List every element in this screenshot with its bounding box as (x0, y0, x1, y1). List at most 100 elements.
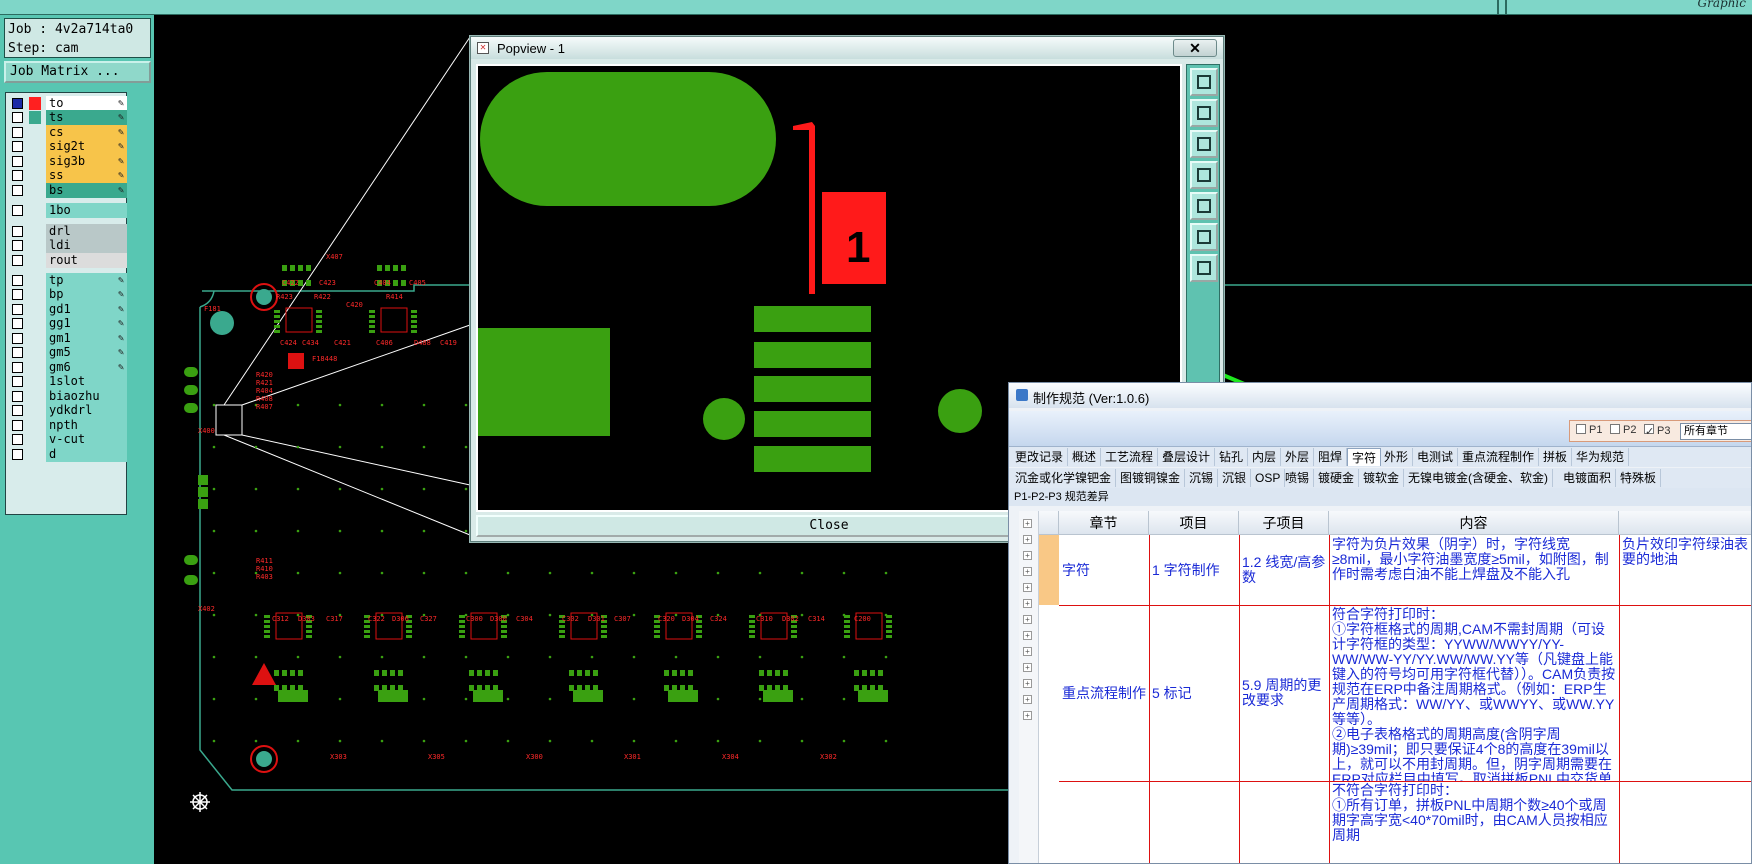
layer-row-gd1[interactable]: gd1 ✎ (9, 302, 127, 317)
layer-name[interactable]: tp ✎ (46, 273, 127, 288)
layer-checkbox[interactable] (12, 376, 23, 387)
pan-left-icon[interactable] (1190, 161, 1218, 189)
layer-row-bp[interactable]: bp ✎ (9, 287, 127, 302)
tab-字符[interactable]: 字符 (1347, 448, 1382, 466)
expand-icon[interactable]: + (1023, 567, 1032, 576)
p3-checkbox[interactable]: ✓ P3 (1644, 424, 1670, 438)
layer-name[interactable]: npth (46, 418, 127, 433)
tab-内层[interactable]: 内层 (1248, 448, 1282, 466)
layer-name[interactable]: ydkdrl (46, 403, 127, 418)
zoom-in-icon[interactable] (1190, 68, 1218, 96)
expand-icon[interactable]: + (1023, 647, 1032, 656)
pan-down-icon[interactable] (1190, 130, 1218, 158)
layer-checkbox[interactable] (12, 420, 23, 431)
expand-icon[interactable]: + (1023, 615, 1032, 624)
p2-checkbox[interactable]: P2 (1610, 424, 1636, 436)
layer-name[interactable]: to ✎ (46, 96, 127, 111)
popview-titlebar[interactable]: ✕ Popview - 1 ✕ (471, 37, 1223, 59)
close-icon[interactable]: ✕ (1173, 39, 1217, 57)
layer-checkbox[interactable] (12, 240, 23, 251)
tab-沉金或化学镍钯金[interactable]: 沉金或化学镍钯金 (1011, 469, 1117, 487)
column-header[interactable]: 章节 (1059, 511, 1149, 535)
layer-row-sig2t[interactable]: sig2t ✎ (9, 139, 127, 154)
tab-叠层设计[interactable]: 叠层设计 (1158, 448, 1216, 466)
layer-name[interactable]: ss ✎ (46, 168, 127, 183)
expand-icon[interactable]: + (1023, 663, 1032, 672)
p1-checkbox[interactable]: P1 (1576, 424, 1602, 436)
layer-name[interactable]: biaozhu (46, 389, 127, 404)
layer-name[interactable]: gd1 ✎ (46, 302, 127, 317)
layer-checkbox[interactable] (12, 434, 23, 445)
tab-重点流程制作[interactable]: 重点流程制作 (1458, 448, 1540, 466)
tab-更改记录[interactable]: 更改记录 (1011, 448, 1069, 466)
tab-华为规范[interactable]: 华为规范 (1572, 448, 1630, 466)
layer-checkbox[interactable] (12, 318, 23, 329)
column-header[interactable]: 子项目 (1239, 511, 1329, 535)
move-icon[interactable] (1190, 254, 1218, 282)
layer-name[interactable]: ts ✎ (46, 110, 127, 125)
tab-镀软金[interactable]: 镀软金 (1359, 469, 1405, 487)
layer-name[interactable]: sig3b ✎ (46, 154, 127, 169)
tab-钻孔[interactable]: 钻孔 (1215, 448, 1249, 466)
layer-name[interactable]: drl (46, 224, 127, 239)
column-header[interactable] (1619, 511, 1751, 535)
tab-无镍电镀金(含硬金、软金)[interactable]: 无镍电镀金(含硬金、软金) (1404, 469, 1553, 487)
job-matrix-button[interactable]: Job Matrix ... (4, 61, 151, 83)
tab-沉银[interactable]: 沉银 (1218, 469, 1252, 487)
layer-row-gg1[interactable]: gg1 ✎ (9, 316, 127, 331)
layer-name[interactable]: rout (46, 253, 127, 268)
tab-喷锡[interactable]: 喷锡 (1281, 469, 1315, 487)
layer-name[interactable]: bs ✎ (46, 183, 127, 198)
layer-row-v-cut[interactable]: v-cut (9, 432, 127, 447)
layer-name[interactable]: gg1 ✎ (46, 316, 127, 331)
tab-电测试[interactable]: 电测试 (1413, 448, 1459, 466)
layer-checkbox[interactable] (12, 289, 23, 300)
layer-name[interactable]: ldi (46, 238, 127, 253)
layer-checkbox[interactable] (12, 347, 23, 358)
tab-外形[interactable]: 外形 (1380, 448, 1414, 466)
layer-checkbox[interactable] (12, 405, 23, 416)
layer-row-ydkdrl[interactable]: ydkdrl (9, 403, 127, 418)
layer-row-ss[interactable]: ss ✎ (9, 168, 127, 183)
layer-row-biaozhu[interactable]: biaozhu (9, 389, 127, 404)
layer-name[interactable]: sig2t ✎ (46, 139, 127, 154)
column-header[interactable]: 项目 (1149, 511, 1239, 535)
layer-row-ts[interactable]: ts ✎ (9, 110, 127, 125)
expand-icon[interactable]: + (1023, 583, 1032, 592)
expand-icon[interactable]: + (1023, 535, 1032, 544)
expand-icon[interactable]: + (1023, 631, 1032, 640)
layer-row-gm5[interactable]: gm5 ✎ (9, 345, 127, 360)
tab-电镀面积[interactable]: 电镀面积 (1559, 469, 1617, 487)
layer-row-rout[interactable]: rout (9, 253, 127, 268)
layer-checkbox[interactable] (12, 226, 23, 237)
expand-icon[interactable]: + (1023, 599, 1032, 608)
layer-name[interactable]: 1bo (46, 203, 127, 218)
layer-checkbox[interactable] (12, 304, 23, 315)
layer-row-bs[interactable]: bs ✎ (9, 183, 127, 198)
expand-icon[interactable]: + (1023, 679, 1032, 688)
layer-checkbox[interactable] (12, 185, 23, 196)
layer-checkbox[interactable] (12, 362, 23, 373)
tab-镀硬金[interactable]: 镀硬金 (1314, 469, 1360, 487)
layer-checkbox[interactable] (12, 156, 23, 167)
expand-icon[interactable]: + (1023, 519, 1032, 528)
layer-row-cs[interactable]: cs ✎ (9, 125, 127, 140)
layer-checkbox[interactable] (12, 98, 23, 109)
layer-checkbox[interactable] (12, 205, 23, 216)
chapter-select[interactable]: 所有章节 (1680, 423, 1751, 440)
layer-name[interactable]: bp ✎ (46, 287, 127, 302)
layer-row-to[interactable]: to ✎ (9, 96, 127, 111)
layer-checkbox[interactable] (12, 255, 23, 266)
layer-name[interactable]: v-cut (46, 432, 127, 447)
layer-row-ldi[interactable]: ldi (9, 238, 127, 253)
layer-name[interactable]: cs ✎ (46, 125, 127, 140)
layer-row-tp[interactable]: tp ✎ (9, 273, 127, 288)
tab-工艺流程[interactable]: 工艺流程 (1101, 448, 1159, 466)
tab-阻焊[interactable]: 阻焊 (1314, 448, 1348, 466)
column-header[interactable]: 内容 (1329, 511, 1619, 535)
tab-图镀铜镍金[interactable]: 图镀铜镍金 (1116, 469, 1186, 487)
tab-沉锡[interactable]: 沉锡 (1185, 469, 1219, 487)
layer-checkbox[interactable] (12, 449, 23, 460)
layer-checkbox[interactable] (12, 170, 23, 181)
tab-拼板[interactable]: 拼板 (1539, 448, 1573, 466)
